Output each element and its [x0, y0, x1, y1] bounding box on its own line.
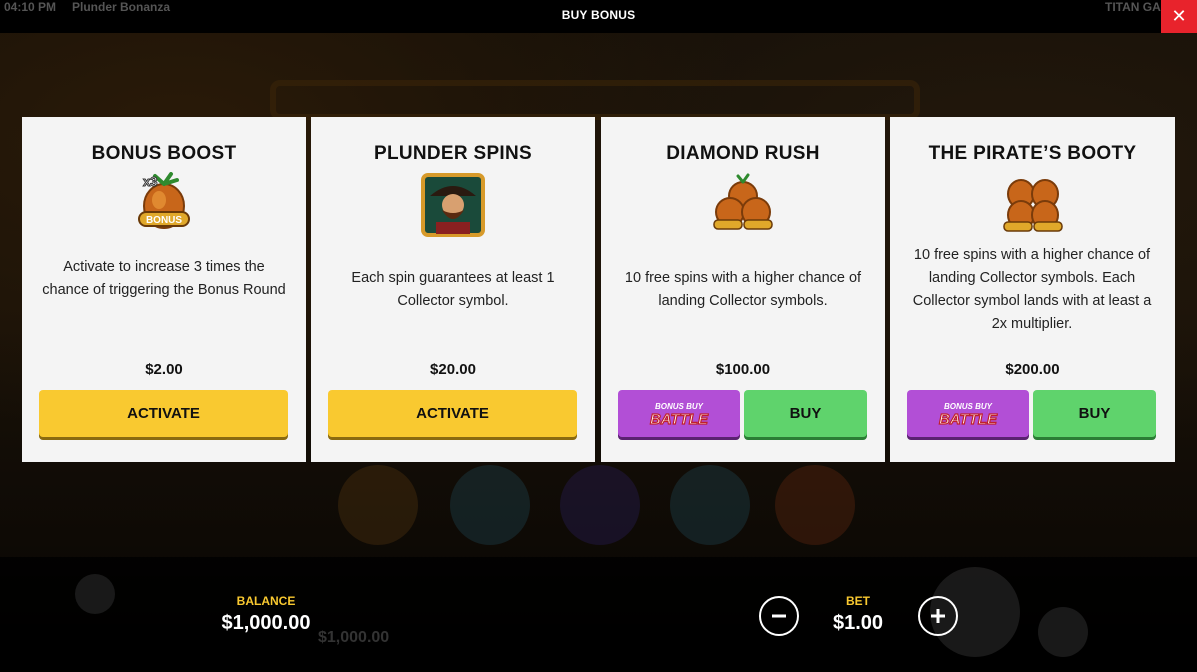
- decrease-bet-button[interactable]: [759, 596, 799, 636]
- card-bonus-boost: BONUS BOOST BONUS x3 Activate to increas…: [22, 117, 306, 462]
- anchor-symbol: [450, 465, 530, 545]
- card-title: BONUS BOOST: [91, 143, 237, 164]
- bonus-stack-icon: [713, 173, 773, 230]
- svg-text:x3: x3: [143, 174, 157, 189]
- card-title: THE PIRATE’S BOOTY: [928, 143, 1137, 164]
- svg-text:BATTLE: BATTLE: [650, 411, 709, 428]
- autoplay-icon: [1038, 607, 1088, 657]
- balance-label: BALANCE: [236, 594, 296, 608]
- card-diamond-rush: DIAMOND RUSH 10 free spins with a higher…: [601, 117, 885, 462]
- bonus-stack-large-icon: [1002, 179, 1063, 232]
- plus-icon: [931, 609, 945, 623]
- card-description: 10 free spins with a higher chance of la…: [912, 247, 1152, 332]
- pirate-ship-symbol: [775, 465, 855, 545]
- card-pirates-booty: THE PIRATE’S BOOTY 10 free spins with a …: [890, 117, 1175, 462]
- increase-bet-button[interactable]: [918, 596, 958, 636]
- bonus-buy-battle-button[interactable]: BONUS BUY BATTLE: [618, 390, 740, 437]
- bonus-buy-battle-logo: BONUS BUY BATTLE: [938, 402, 998, 429]
- card-description: 10 free spins with a higher chance of la…: [624, 270, 862, 309]
- balance-value: $1,000.00: [221, 612, 311, 634]
- close-icon: ✕: [1171, 6, 1187, 26]
- brand-name: TITAN GA: [1105, 0, 1161, 14]
- info-icon: [75, 574, 115, 614]
- buy-button[interactable]: BUY: [1033, 390, 1156, 437]
- card-plunder-spins: PLUNDER SPINS Each spin guarantees at le…: [311, 117, 595, 462]
- page-title: BUY BONUS: [561, 8, 636, 22]
- activate-button[interactable]: ACTIVATE: [39, 390, 288, 437]
- card-price: $20.00: [430, 361, 476, 378]
- card-title: DIAMOND RUSH: [666, 143, 820, 164]
- top-bar: 04:10 PM Plunder Bonanza BUY BONUS TITAN…: [0, 0, 1197, 33]
- bet-label: BET: [846, 594, 870, 608]
- svg-text:BONUS: BONUS: [146, 215, 182, 226]
- buy-button[interactable]: BUY: [744, 390, 867, 437]
- bonus-boost-icon: BONUS x3: [138, 172, 190, 229]
- faded-balance: $1,000.00: [318, 629, 390, 646]
- bet-value: $1.00: [832, 612, 884, 634]
- card-title: PLUNDER SPINS: [373, 143, 533, 164]
- card-description: Each spin guarantees at least 1 Collecto…: [351, 270, 555, 309]
- q-symbol: [560, 465, 640, 545]
- footer-bar: $1,000.00: [0, 557, 1197, 672]
- activate-button[interactable]: ACTIVATE: [328, 390, 577, 437]
- pirate-captain-icon: [421, 173, 485, 237]
- bonus-buy-battle-button[interactable]: BONUS BUY BATTLE: [907, 390, 1029, 437]
- svg-text:BONUS BUY: BONUS BUY: [944, 402, 993, 411]
- compass-symbol: [338, 465, 418, 545]
- card-price: $100.00: [715, 361, 771, 378]
- minus-icon: [772, 614, 786, 618]
- bonus-buy-battle-logo: BONUS BUY BATTLE: [649, 402, 709, 429]
- bonus-cards: BONUS BOOST BONUS x3 Activate to increas…: [22, 117, 1175, 462]
- card-price: $2.00: [145, 361, 183, 378]
- close-button[interactable]: ✕: [1161, 0, 1197, 33]
- reel-frame-decoration: [270, 80, 920, 120]
- card-price: $200.00: [1005, 361, 1060, 378]
- anchor-symbol: [670, 465, 750, 545]
- svg-text:BONUS BUY: BONUS BUY: [655, 402, 704, 411]
- card-description: Activate to increase 3 times the chance …: [42, 259, 286, 298]
- svg-text:BATTLE: BATTLE: [939, 411, 998, 428]
